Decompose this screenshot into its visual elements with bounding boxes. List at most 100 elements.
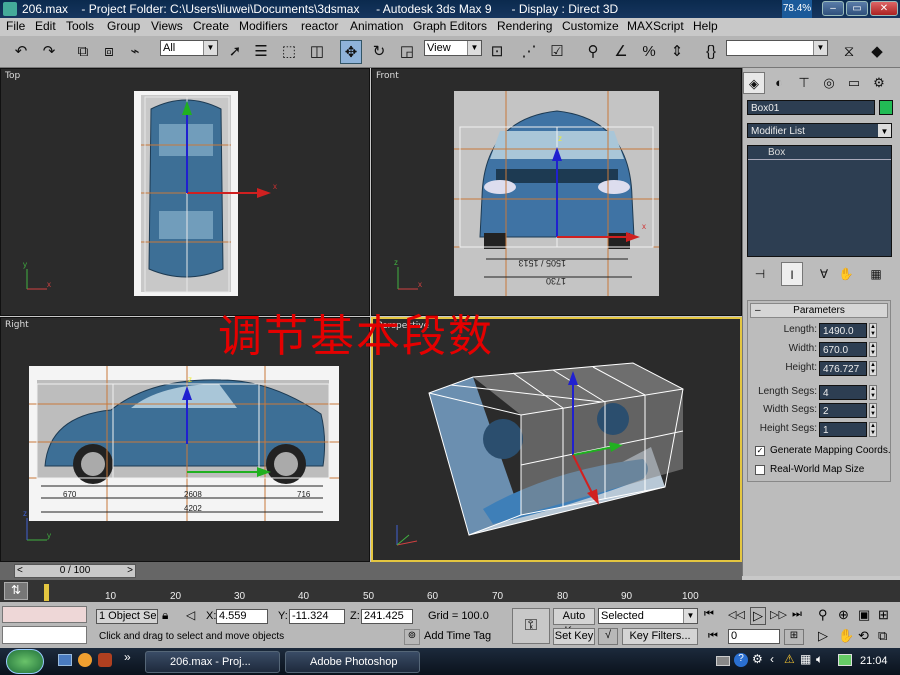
modify-tab-icon[interactable]: ◐ (768, 72, 790, 94)
field-of-view-icon[interactable]: ▷ (818, 628, 828, 644)
percent-snap-icon[interactable]: % (638, 40, 660, 64)
viewport-front[interactable]: Front xz 1505 / 1513 1730 zx (371, 68, 742, 316)
y-coordinate-field[interactable]: -11.324 (289, 609, 345, 624)
length-segs-spinner[interactable]: ▲ ▼ (869, 385, 877, 400)
rectangular-selection-icon[interactable]: ⬚ (278, 40, 300, 64)
menu-graph-editors[interactable]: Graph Editors (413, 19, 487, 33)
width-segs-spinner[interactable]: ▲ ▼ (869, 403, 877, 418)
real-world-map-checkbox[interactable] (755, 465, 765, 475)
maximize-button[interactable]: ▭ (846, 1, 868, 16)
tray-settings-icon[interactable]: ⚙ (752, 652, 763, 666)
make-unique-icon[interactable]: ∀ (813, 262, 835, 286)
pivot-center-icon[interactable]: ⊡ (486, 40, 508, 64)
lock-selection-icon[interactable]: 🔒︎ (162, 608, 168, 623)
stack-item-box[interactable]: Box (748, 146, 891, 160)
modifier-stack[interactable]: Box (747, 145, 892, 257)
time-slider[interactable]: < 0 / 100 > (14, 564, 136, 578)
window-crossing-icon[interactable]: ◫ (306, 40, 328, 64)
zoom-all-icon[interactable]: ⊕ (838, 607, 849, 623)
current-frame-field[interactable]: 0 (728, 629, 780, 644)
maxscript-listener-white[interactable] (2, 626, 87, 644)
zoom-extents-icon[interactable]: ▣ (858, 607, 870, 623)
motion-tab-icon[interactable]: ◎ (818, 72, 840, 94)
tray-chevron-icon[interactable]: ‹ (770, 652, 774, 666)
menu-maxscript[interactable]: MAXScript (627, 19, 684, 33)
show-desktop-icon[interactable] (58, 654, 72, 666)
configure-modifier-sets-icon[interactable]: ▦ (865, 262, 887, 286)
x-coordinate-field[interactable]: 4.559 (216, 609, 268, 624)
pan-icon[interactable]: ✋ (838, 628, 854, 644)
utilities-tab-icon[interactable]: ⚙ (868, 72, 890, 94)
time-slider-track[interactable]: < 0 / 100 > (0, 562, 742, 580)
menu-create[interactable]: Create (193, 19, 229, 33)
display-tab-icon[interactable]: ▭ (843, 72, 865, 94)
key-mode-toggle-icon[interactable]: ⏮ (708, 630, 718, 643)
length-spinner[interactable]: ▲ ▼ (869, 323, 877, 338)
set-key-mode-icon[interactable]: ⚿ (512, 608, 550, 644)
tray-help-icon[interactable]: ? (734, 653, 748, 667)
taskbar-item-3dsmax[interactable]: 206.max - Proj... (145, 651, 280, 673)
mirror-icon[interactable]: ⧖ (838, 40, 860, 64)
next-frame-icon[interactable]: ▷▷ (770, 608, 787, 621)
rollout-header[interactable]: – Parameters (750, 303, 888, 318)
show-end-result-icon[interactable]: I (781, 262, 803, 286)
snaps-toggle-icon[interactable]: ⚲ (582, 40, 604, 64)
select-by-name-icon[interactable]: ☰ (250, 40, 272, 64)
named-selection-sets-icon[interactable]: {} (700, 40, 722, 64)
menu-edit[interactable]: Edit (35, 19, 56, 33)
prev-frame-icon[interactable]: ◁◁ (728, 608, 745, 621)
menu-modifiers[interactable]: Modifiers (239, 19, 288, 33)
add-time-tag-button[interactable]: Add Time Tag (424, 629, 510, 646)
manipulate-icon[interactable]: ⋰ (518, 40, 540, 64)
menu-help[interactable]: Help (693, 19, 718, 33)
keyboard-shortcut-icon[interactable]: ☑ (546, 40, 568, 64)
quicklaunch-icon[interactable] (78, 653, 92, 667)
height-segs-spinner[interactable]: ▲ ▼ (869, 422, 877, 437)
prev-frame-arrow-icon[interactable]: < (17, 565, 23, 577)
key-filters-button[interactable]: Key Filters... (622, 628, 698, 645)
hierarchy-tab-icon[interactable]: ⊤ (793, 72, 815, 94)
maxscript-listener-pink[interactable] (2, 606, 87, 623)
length-segs-field[interactable]: 4 (819, 385, 867, 400)
auto-key-button[interactable]: Auto Key (553, 608, 595, 637)
tray-keyboard-icon[interactable] (716, 656, 730, 666)
tray-volume-icon[interactable]: 🔈︎ (816, 652, 823, 667)
viewport-top[interactable]: Top x yx (0, 68, 370, 316)
pin-stack-icon[interactable]: ⊣ (749, 262, 771, 286)
zoom-extents-all-icon[interactable]: ⊞ (878, 607, 889, 623)
minimize-button[interactable]: – (822, 1, 844, 16)
height-spinner[interactable]: ▲ ▼ (869, 361, 877, 376)
quicklaunch-icon-2[interactable] (98, 653, 112, 667)
generate-mapping-checkbox[interactable]: ✓ (755, 446, 765, 456)
redo-icon[interactable]: ↷ (38, 40, 60, 64)
tray-network-icon[interactable]: ▦ (800, 652, 811, 666)
width-spinner[interactable]: ▲ ▼ (869, 342, 877, 357)
go-to-start-icon[interactable]: ⏮ (704, 608, 714, 621)
height-segs-field[interactable]: 1 (819, 422, 867, 437)
curve-editor-toggle-icon[interactable]: ⇅ (4, 582, 28, 600)
unlink-icon[interactable]: ⧈ (98, 40, 120, 64)
time-tag-icon[interactable]: ⊚ (404, 629, 420, 645)
menu-reactor[interactable]: reactor (301, 19, 338, 33)
go-to-end-icon[interactable]: ⏭ (792, 608, 802, 621)
select-object-icon[interactable]: ➚ (224, 40, 246, 64)
scale-icon[interactable]: ◲ (396, 40, 418, 64)
selection-filter-dropdown[interactable]: All ▼ (160, 40, 218, 56)
align-icon[interactable]: ◆ (866, 40, 888, 64)
modifier-list-dropdown[interactable]: Modifier List ▼ (747, 123, 892, 138)
object-color-swatch[interactable] (879, 100, 893, 115)
height-field[interactable]: 476.727 (819, 361, 867, 376)
arc-rotate-icon[interactable]: ⟲ (858, 628, 869, 644)
key-mode-dropdown[interactable]: Selected ▼ (598, 608, 698, 624)
close-button[interactable]: ✕ (870, 1, 898, 16)
menu-animation[interactable]: Animation (350, 19, 403, 33)
move-icon[interactable]: ✥ (340, 40, 362, 64)
clock[interactable]: 21:04 (860, 655, 888, 667)
menu-group[interactable]: Group (107, 19, 140, 33)
width-segs-field[interactable]: 2 (819, 403, 867, 418)
menu-file[interactable]: File (6, 19, 25, 33)
named-selection-dropdown[interactable]: ▼ (726, 40, 828, 56)
length-field[interactable]: 1490.0 (819, 323, 867, 338)
undo-icon[interactable]: ↶ (10, 40, 32, 64)
track-bar[interactable]: ⇅ 0 10 20 30 40 50 60 70 80 90 100 (0, 580, 900, 602)
